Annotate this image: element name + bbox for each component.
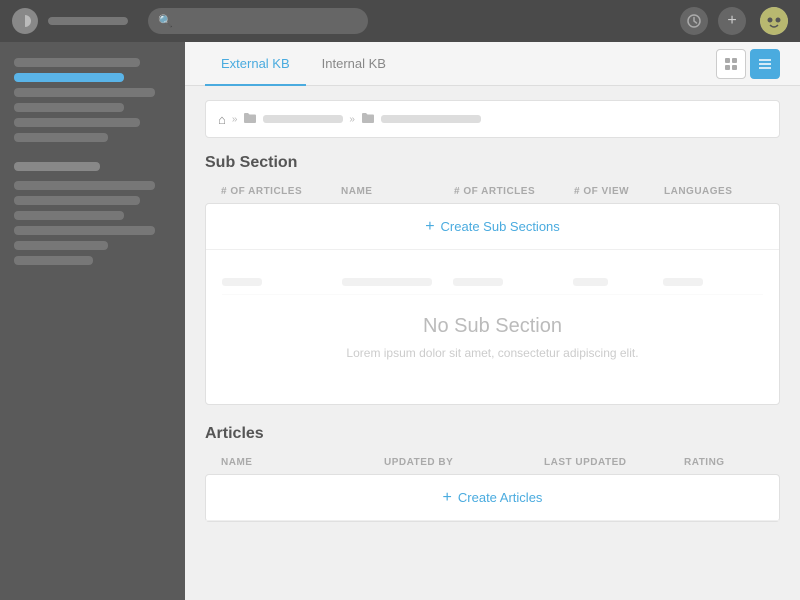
articles-table-header: NAME UPDATED BY LAST UPDATED RATING bbox=[205, 453, 780, 472]
inner-content: ⌂ » » Sub Section bbox=[185, 86, 800, 556]
user-avatar[interactable] bbox=[760, 7, 788, 35]
list-view-button[interactable] bbox=[750, 49, 780, 79]
sidebar bbox=[0, 42, 185, 600]
sidebar-item-7[interactable] bbox=[14, 196, 140, 205]
sidebar-item-4[interactable] bbox=[14, 118, 140, 127]
create-articles-label: Create Articles bbox=[458, 490, 543, 505]
create-sub-sections-label: Create Sub Sections bbox=[441, 219, 560, 234]
header-name-1: NAME bbox=[341, 182, 454, 201]
skeleton-cell-1 bbox=[222, 278, 262, 286]
create-sub-sections-button[interactable]: + Create Sub Sections bbox=[206, 204, 779, 250]
search-bar[interactable]: 🔍 bbox=[148, 8, 368, 34]
sub-sections-title: Sub Section bbox=[205, 154, 780, 172]
content-area: External KB Internal KB bbox=[185, 42, 800, 600]
tabs-right bbox=[716, 49, 780, 79]
articles-header-updated-by: UPDATED BY bbox=[384, 453, 544, 472]
breadcrumb-text-2 bbox=[381, 115, 481, 123]
empty-state-subtitle: Lorem ipsum dolor sit amet, consectetur … bbox=[222, 346, 763, 360]
grid-view-button[interactable] bbox=[716, 49, 746, 79]
breadcrumb: ⌂ » » bbox=[205, 100, 780, 138]
tab-internal-kb[interactable]: Internal KB bbox=[306, 42, 402, 86]
sub-sections-card: + Create Sub Sections No Sub Section bbox=[205, 203, 780, 405]
breadcrumb-chevron-2: » bbox=[349, 114, 355, 125]
skeleton-cell-2 bbox=[342, 278, 432, 286]
tab-external-kb[interactable]: External KB bbox=[205, 42, 306, 86]
sidebar-group-header-1 bbox=[14, 162, 100, 171]
sidebar-item-9[interactable] bbox=[14, 226, 155, 235]
breadcrumb-chevron-1: » bbox=[232, 114, 238, 125]
header-num-articles-2: # OF ARTICLES bbox=[454, 182, 574, 201]
create-articles-button[interactable]: + Create Articles bbox=[206, 475, 779, 521]
history-button[interactable] bbox=[680, 7, 708, 35]
home-icon[interactable]: ⌂ bbox=[218, 112, 226, 127]
tabs-left: External KB Internal KB bbox=[205, 42, 402, 85]
sidebar-item-2[interactable] bbox=[14, 88, 155, 97]
folder-icon-2 bbox=[361, 112, 375, 127]
skeleton-cell-3 bbox=[453, 278, 503, 286]
articles-header-name: NAME bbox=[221, 453, 384, 472]
topbar: 🔍 + bbox=[0, 0, 800, 42]
articles-header-last-updated: LAST UPDATED bbox=[544, 453, 684, 472]
sidebar-item-11[interactable] bbox=[14, 256, 93, 265]
header-languages: LANGUAGES bbox=[664, 182, 764, 201]
skeleton-cell-4 bbox=[573, 278, 608, 286]
header-num-view: # OF VIEW bbox=[574, 182, 664, 201]
create-articles-plus-icon: + bbox=[443, 489, 452, 507]
sub-sections-table-header: # OF ARTICLES NAME # OF ARTICLES # OF VI… bbox=[205, 182, 780, 201]
sidebar-item-10[interactable] bbox=[14, 241, 108, 250]
folder-icon-1 bbox=[243, 112, 257, 127]
search-icon: 🔍 bbox=[158, 14, 173, 28]
articles-title: Articles bbox=[205, 425, 780, 443]
sidebar-item-1[interactable] bbox=[14, 58, 140, 67]
header-num-articles-1: # OF ARTICLES bbox=[221, 182, 341, 201]
empty-state-title: No Sub Section bbox=[222, 315, 763, 338]
skeleton-cell-5 bbox=[663, 278, 703, 286]
app-logo bbox=[12, 8, 38, 34]
add-button[interactable]: + bbox=[718, 7, 746, 35]
sidebar-item-8[interactable] bbox=[14, 211, 124, 220]
plus-icon: + bbox=[727, 13, 736, 29]
create-sub-sections-plus-icon: + bbox=[425, 218, 434, 236]
articles-card: + Create Articles bbox=[205, 474, 780, 522]
sidebar-item-active[interactable] bbox=[14, 73, 124, 82]
app-name bbox=[48, 17, 128, 25]
sub-sections-empty-area: No Sub Section Lorem ipsum dolor sit ame… bbox=[206, 250, 779, 404]
main-layout: External KB Internal KB bbox=[0, 42, 800, 600]
sidebar-item-3[interactable] bbox=[14, 103, 124, 112]
breadcrumb-text-1 bbox=[263, 115, 343, 123]
sidebar-item-5[interactable] bbox=[14, 133, 108, 142]
articles-header-rating: RATING bbox=[684, 453, 764, 472]
tabs-bar: External KB Internal KB bbox=[185, 42, 800, 86]
sidebar-item-6[interactable] bbox=[14, 181, 155, 190]
sub-sections-empty-state: No Sub Section Lorem ipsum dolor sit ame… bbox=[222, 295, 763, 384]
skeleton-row bbox=[222, 270, 763, 295]
